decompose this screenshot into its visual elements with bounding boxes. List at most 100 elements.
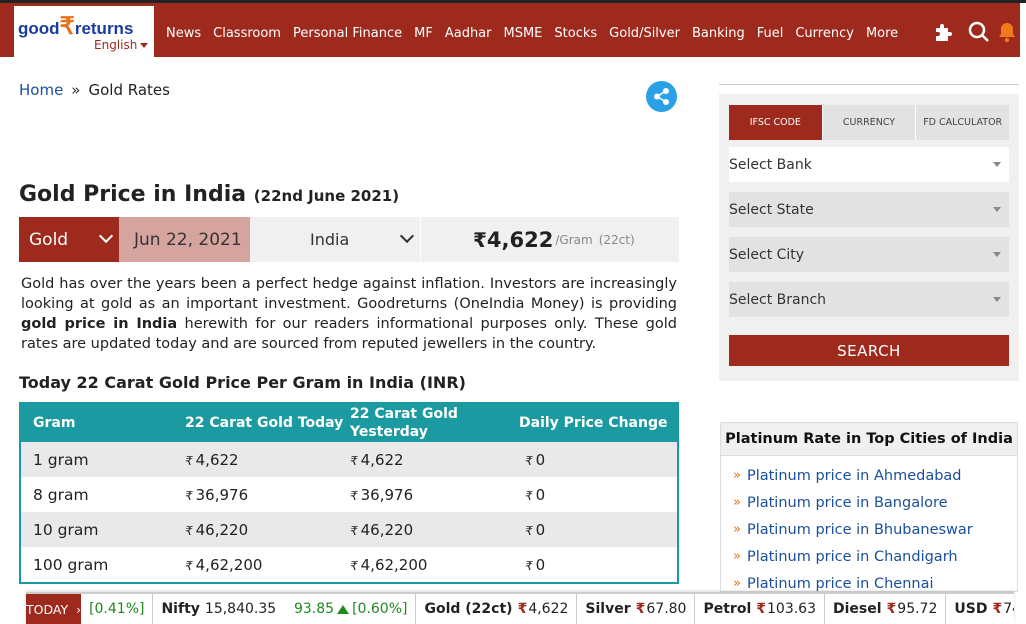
list-item[interactable]: » Platinum price in Ahmedabad [733, 462, 1017, 489]
table-body: 1 gram ₹4,622 ₹4,622 ₹0 8 gram ₹36,976 ₹… [21, 442, 677, 582]
ticker-petrol[interactable]: Petrol ₹103.63 [695, 594, 825, 624]
rupee-icon: ₹ [350, 558, 358, 573]
select-bank[interactable]: Select Bank [729, 147, 1009, 182]
list-item[interactable]: » Platinum price in Chennai [733, 570, 1017, 592]
ticker-diesel[interactable]: Diesel ₹95.72 [825, 594, 947, 624]
cell-today: ₹4,622 [185, 450, 239, 469]
list-item[interactable]: » Platinum price in Bangalore [733, 489, 1017, 516]
col-yesterday: 22 Carat Gold Yesterday [350, 406, 458, 440]
nav-mf[interactable]: MF [414, 26, 433, 41]
select-state[interactable]: Select State [729, 192, 1009, 227]
intro-paragraph: Gold has over the years been a perfect h… [21, 276, 677, 352]
logo-wordmark: good₹returns [18, 13, 134, 40]
double-chevron-icon: » [733, 495, 741, 510]
cell-yesterday: ₹36,976 [350, 485, 414, 504]
col-change: Daily Price Change [519, 415, 668, 431]
current-price: ₹4,622/Gram (22ct) [420, 217, 679, 262]
price-carat: (22ct) [598, 232, 635, 247]
table-header: Gram 22 Carat Gold Today 22 Carat Gold Y… [21, 404, 677, 442]
date-picker-value: Jun 22, 2021 [134, 229, 242, 250]
cell-change: ₹0 [525, 485, 546, 504]
puzzle-icon[interactable] [932, 20, 956, 44]
caret-down-icon [140, 43, 149, 48]
metal-select-value: Gold [29, 229, 69, 250]
platinum-cities-box: Platinum Rate in Top Cities of India » Pl… [720, 422, 1018, 592]
sidebar-divider [719, 84, 1019, 85]
breadcrumb: Home » Gold Rates [19, 81, 170, 99]
arrow-up-icon [337, 604, 350, 614]
ticker-prev-change: [0.41%] [81, 594, 154, 624]
breadcrumb-home[interactable]: Home [19, 81, 63, 99]
nav-fuel[interactable]: Fuel [757, 26, 784, 41]
cell-yesterday: ₹46,220 [350, 520, 414, 539]
widget-tabs: IFSC CODE CURRENCY FD CALCULATOR [729, 105, 1010, 140]
list-item[interactable]: » Platinum price in Bhubaneswar [733, 516, 1017, 543]
rupee-icon: ₹ [185, 488, 193, 503]
nav-news[interactable]: News [166, 26, 201, 41]
cell-gram: 100 gram [33, 555, 109, 574]
ticker-nifty[interactable]: Nifty 15,840.35 93.85 [0.60%] [153, 594, 417, 624]
site-header: good₹returns English News Classroom Pers… [0, 3, 1020, 60]
platinum-title: Platinum Rate in Top Cities of India [721, 423, 1017, 456]
share-icon [654, 88, 669, 105]
today-button[interactable]: TODAY › [26, 594, 82, 624]
rupee-icon: ₹ [185, 523, 193, 538]
tab-currency[interactable]: CURRENCY [821, 105, 916, 140]
cell-gram: 10 gram [33, 520, 99, 539]
gold-price-table: Gram 22 Carat Gold Today 22 Carat Gold Y… [19, 402, 679, 584]
price-unit: /Gram [555, 232, 593, 247]
cell-yesterday: ₹4,622 [350, 450, 404, 469]
nav-gold-silver[interactable]: Gold/Silver [609, 26, 680, 41]
nav-stocks[interactable]: Stocks [554, 26, 597, 41]
ticker-gold[interactable]: Gold (22ct) ₹4,622 [416, 594, 578, 624]
platinum-list: » Platinum price in Ahmedabad » Platinum p… [721, 456, 1017, 592]
date-picker[interactable]: Jun 22, 2021 [119, 217, 250, 262]
col-today: 22 Carat Gold Today [185, 415, 344, 431]
table-row: 1 gram ₹4,622 ₹4,622 ₹0 [21, 442, 677, 477]
bell-icon[interactable] [995, 20, 1019, 44]
cell-yesterday: ₹4,62,200 [350, 555, 428, 574]
nav-currency[interactable]: Currency [795, 26, 854, 41]
ifsc-widget: IFSC CODE CURRENCY FD CALCULATOR Select … [719, 94, 1019, 381]
rupee-icon: ₹ [350, 453, 358, 468]
ticker-usd[interactable]: USD₹74. [946, 594, 1014, 624]
nav-msme[interactable]: MSME [504, 26, 543, 41]
nav-more[interactable]: More [866, 26, 898, 41]
goodreturns-logo[interactable]: good₹returns English [14, 6, 154, 58]
price-value: 4,622 [486, 227, 554, 252]
search-icon[interactable] [967, 20, 991, 44]
caret-down-icon [993, 252, 1001, 257]
page-title: Gold Price in India (22nd June 2021) [19, 182, 400, 207]
table-row: 100 gram ₹4,62,200 ₹4,62,200 ₹0 [21, 547, 677, 582]
caret-down-icon [993, 207, 1001, 212]
cell-today: ₹46,220 [185, 520, 249, 539]
rupee-icon: ₹ [185, 558, 193, 573]
breadcrumb-current: Gold Rates [88, 81, 170, 99]
market-ticker: TODAY › [0.41%] Nifty 15,840.35 93.85 [0.6… [26, 592, 1014, 624]
nav-banking[interactable]: Banking [692, 26, 745, 41]
nav-aadhar[interactable]: Aadhar [445, 26, 492, 41]
metal-select[interactable]: Gold [19, 217, 119, 262]
caret-down-icon [993, 162, 1001, 167]
table-row: 10 gram ₹46,220 ₹46,220 ₹0 [21, 512, 677, 547]
select-city[interactable]: Select City [729, 237, 1009, 272]
cell-today: ₹36,976 [185, 485, 249, 504]
nav-personal-finance[interactable]: Personal Finance [293, 26, 402, 41]
breadcrumb-separator: » [71, 81, 81, 99]
rupee-icon: ₹ [185, 453, 193, 468]
language-selector[interactable]: English [94, 38, 149, 52]
rupee-icon: ₹ [525, 488, 533, 503]
main-nav: News Classroom Personal Finance MF Aadha… [160, 6, 904, 60]
country-select[interactable]: India [250, 217, 420, 262]
ticker-silver[interactable]: Silver ₹67.80 [577, 594, 696, 624]
list-item[interactable]: » Platinum price in Chandigarh [733, 543, 1017, 570]
tab-ifsc-code[interactable]: IFSC CODE [729, 105, 822, 140]
search-button[interactable]: SEARCH [729, 335, 1009, 366]
tab-fd-calculator[interactable]: FD CALCULATOR [915, 105, 1010, 140]
rupee-icon: ₹ [350, 488, 358, 503]
share-button[interactable] [646, 81, 677, 112]
select-branch[interactable]: Select Branch [729, 282, 1009, 317]
rupee-icon: ₹ [350, 523, 358, 538]
nav-classroom[interactable]: Classroom [213, 26, 281, 41]
table-title: Today 22 Carat Gold Price Per Gram in In… [19, 373, 466, 392]
